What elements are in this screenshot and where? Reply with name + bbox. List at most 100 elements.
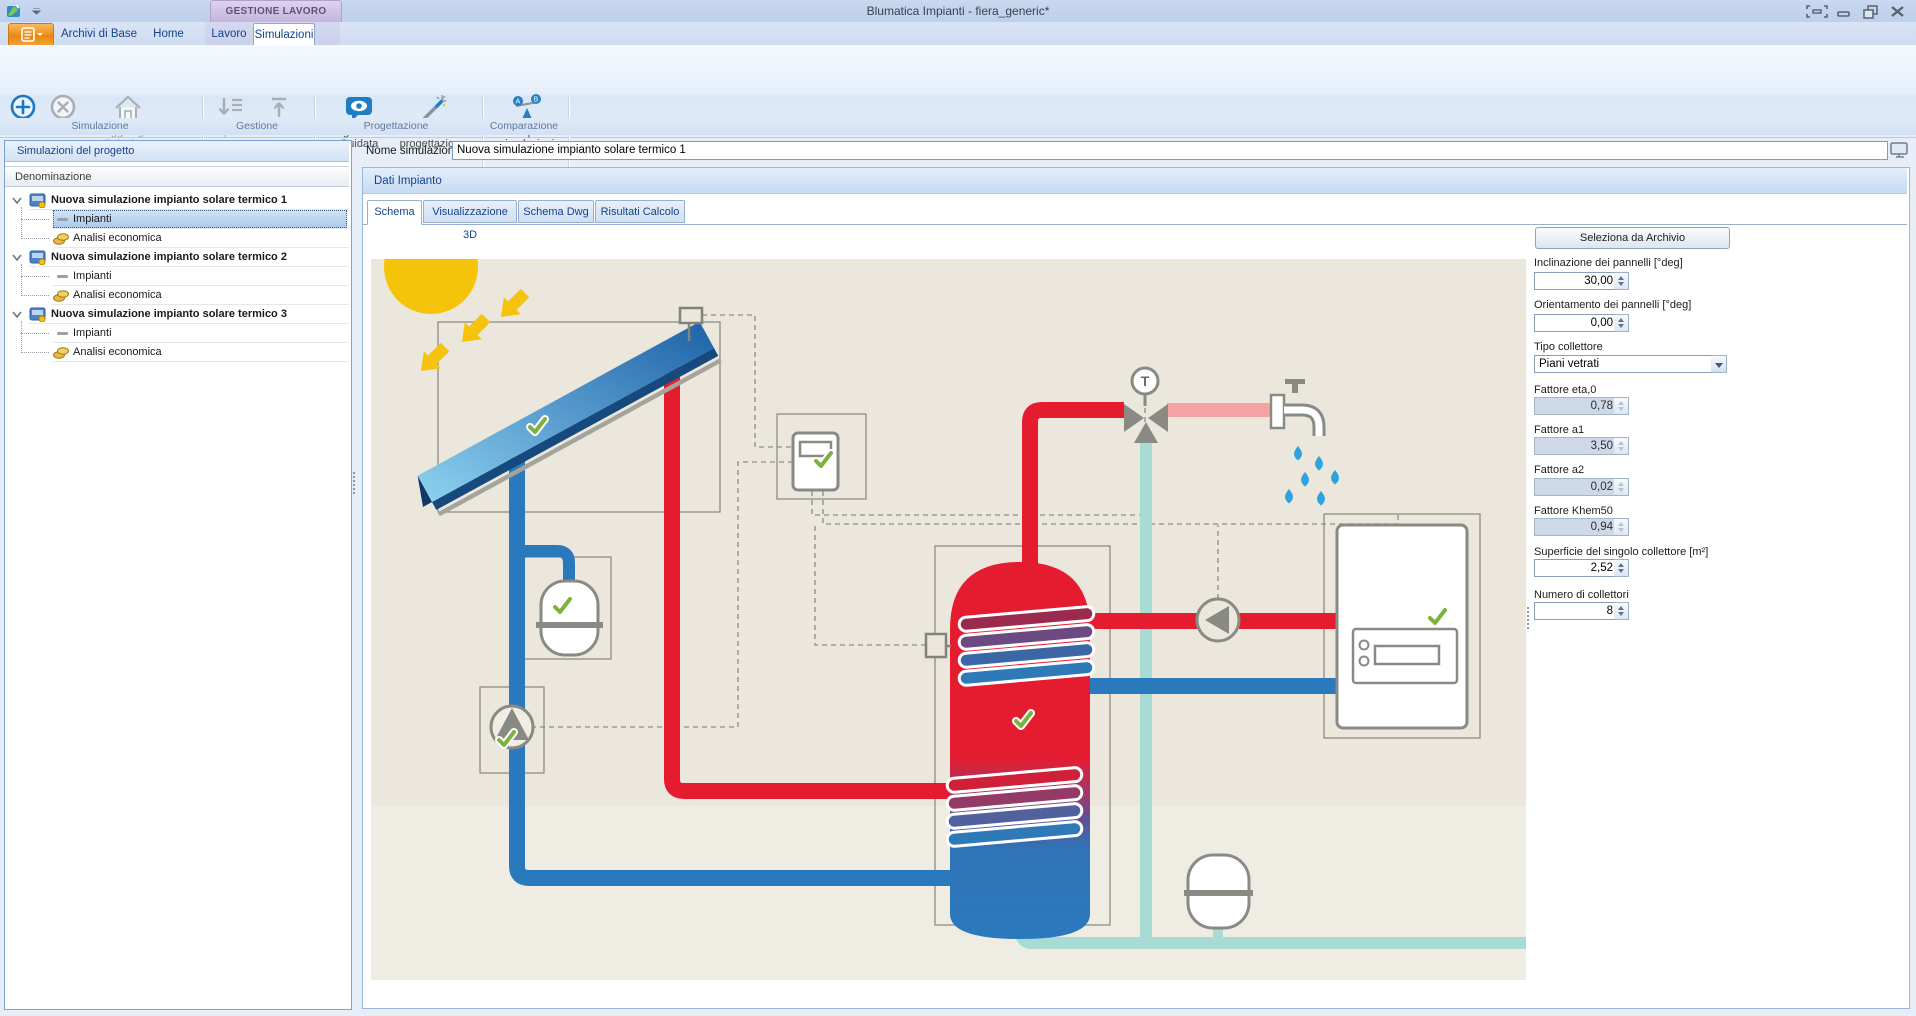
file-menu-button[interactable] [8,23,54,46]
field-fattore-a1: 3,50 [1534,437,1619,455]
field-label-numero-collettori: Numero di collettori [1534,589,1629,601]
field-label-orientamento: Orientamento dei pannelli [°deg] [1534,299,1691,311]
tank-sensor[interactable] [926,634,951,657]
field-label-fattore-a2: Fattore a2 [1534,464,1584,476]
spinner-superficie[interactable] [1614,559,1629,577]
impianti-icon [57,332,68,335]
fullscreen-button[interactable] [1806,4,1828,19]
field-orientamento[interactable]: 0,00 [1534,314,1619,332]
expansion-vessel-dhw[interactable] [1184,855,1253,928]
groupbox-header: Dati Impianto [363,168,1907,194]
tree-row-simulation-1[interactable]: Nuova simulazione impianto solare termic… [5,191,349,210]
chevron-down-icon[interactable] [12,197,22,205]
impianti-icon [57,218,68,221]
field-superficie[interactable]: 2,52 [1534,559,1619,577]
field-fattore-a2: 0,02 [1534,478,1619,496]
group-label-comparazione: Comparazione [464,120,584,132]
chevron-down-icon[interactable] [12,254,22,262]
close-button[interactable] [1887,4,1909,19]
tree-row-analisi-3[interactable]: Analisi economica [5,343,349,362]
tab-risultati-calcolo[interactable]: Risultati Calcolo [595,200,685,223]
schema-canvas[interactable]: T [371,259,1526,980]
field-label-superficie: Superficie del singolo collettore [m²] [1534,546,1708,558]
field-inclinazione[interactable]: 30,00 [1534,272,1619,290]
field-fattore-eta0: 0,78 [1534,397,1619,415]
tree-row-label: Nuova simulazione impianto solare termic… [51,305,287,324]
boiler-pump[interactable] [1197,599,1239,641]
group-separator [568,95,570,175]
restore-button[interactable] [1860,4,1882,19]
tree-row-analisi-2[interactable]: Analisi economica [5,286,349,305]
tab-simulazioni[interactable]: Simulazioni [253,23,315,46]
seleziona-da-archivio-button[interactable]: Seleziona da Archivio [1535,227,1730,249]
group-separator [482,95,484,175]
spinner-fattore-a1 [1614,437,1629,455]
fields-panel-splitter[interactable] [1527,605,1532,631]
field-label-inclinazione: Inclinazione dei pannelli [°deg] [1534,257,1683,269]
coins-icon [53,232,69,245]
monitor-icon[interactable] [1890,142,1910,159]
tree-row-label: Nuova simulazione impianto solare termic… [51,191,287,210]
field-label-fattore-eta0: Fattore eta,0 [1534,384,1596,396]
field-label-fattore-a1: Fattore a1 [1534,424,1584,436]
group-label-simulazione: Simulazione [40,120,160,132]
tab-schema[interactable]: Schema [367,200,422,225]
spinner-orientamento[interactable] [1614,314,1629,332]
tree-row-impianti-3[interactable]: Impianti [5,324,349,343]
impianti-icon [57,275,68,278]
simulation-icon [29,307,46,322]
tab-home[interactable]: Home [145,23,192,45]
spinner-fattore-khem50 [1614,518,1629,536]
tab-archivi-di-base[interactable]: Archivi di Base [57,23,141,45]
tree-row-label: Analisi economica [73,343,162,362]
tree-row-analisi-1[interactable]: Analisi economica [5,229,349,248]
tree-row-label: Impianti [73,210,112,229]
coins-icon [53,289,69,302]
field-label-fattore-khem50: Fattore Khem50 [1534,505,1613,517]
spinner-fattore-a2 [1614,478,1629,496]
minimize-button[interactable] [1833,4,1855,19]
tree-row-simulation-3[interactable]: Nuova simulazione impianto solare termic… [5,305,349,324]
coins-icon [53,346,69,359]
tab-visualizzazione-3d[interactable]: Visualizzazione 3D [423,200,517,223]
project-simulations-panel: Simulazioni del progetto Denominazione N… [4,140,352,1010]
file-menu-icon [21,27,43,42]
svg-text:B: B [534,97,539,104]
expansion-vessel-solar[interactable] [536,581,603,655]
tab-schema-dwg[interactable]: Schema Dwg [518,200,594,223]
field-numero-collettori[interactable]: 8 [1534,602,1619,620]
tree-row-label: Nuova simulazione impianto solare termic… [51,248,287,267]
chevron-down-icon[interactable] [12,311,22,319]
spinner-inclinazione[interactable] [1614,272,1629,290]
column-header-denominazione[interactable]: Denominazione [5,166,349,187]
simulation-icon [29,193,46,208]
tree-row-label: Impianti [73,267,112,286]
field-label-tipo-collettore: Tipo collettore [1534,341,1603,353]
sidebar-header: Simulazioni del progetto [5,141,349,162]
t-sensor-label: T [1141,373,1150,389]
boiler[interactable] [1337,525,1467,728]
storage-tank[interactable] [947,562,1095,939]
simulation-icon [29,250,46,265]
spinner-fattore-eta0 [1614,397,1629,415]
tree-row-impianti-2[interactable]: Impianti [5,267,349,286]
spinner-numero-collettori[interactable] [1614,602,1629,620]
name-simulation-label: Nome simulazione [366,145,461,157]
tree-row-simulation-2[interactable]: Nuova simulazione impianto solare termic… [5,248,349,267]
canvas-background-lower [371,806,1526,980]
tree-row-label: Analisi economica [73,229,162,248]
name-simulation-input[interactable]: Nuova simulazione impianto solare termic… [452,141,1888,160]
tab-lavoro[interactable]: Lavoro [208,23,250,45]
tree-row-impianti-1[interactable]: Impianti [5,210,349,229]
dropdown-button-icon[interactable] [1711,355,1727,373]
tree-row-label: Analisi economica [73,286,162,305]
field-fattore-khem50: 0,94 [1534,518,1619,536]
sidebar-splitter[interactable] [353,470,358,496]
group-label-progettazione: Progettazione [336,120,456,132]
tree-row-label: Impianti [73,324,112,343]
group-label-gestione: Gestione [197,120,317,132]
dropdown-tipo-collettore[interactable]: Piani vetrati [1534,355,1716,373]
tab-strip-line [363,224,1907,225]
window-title: Blumatica Impianti - fiera_generic* [0,4,1916,18]
svg-text:A: A [516,99,521,106]
